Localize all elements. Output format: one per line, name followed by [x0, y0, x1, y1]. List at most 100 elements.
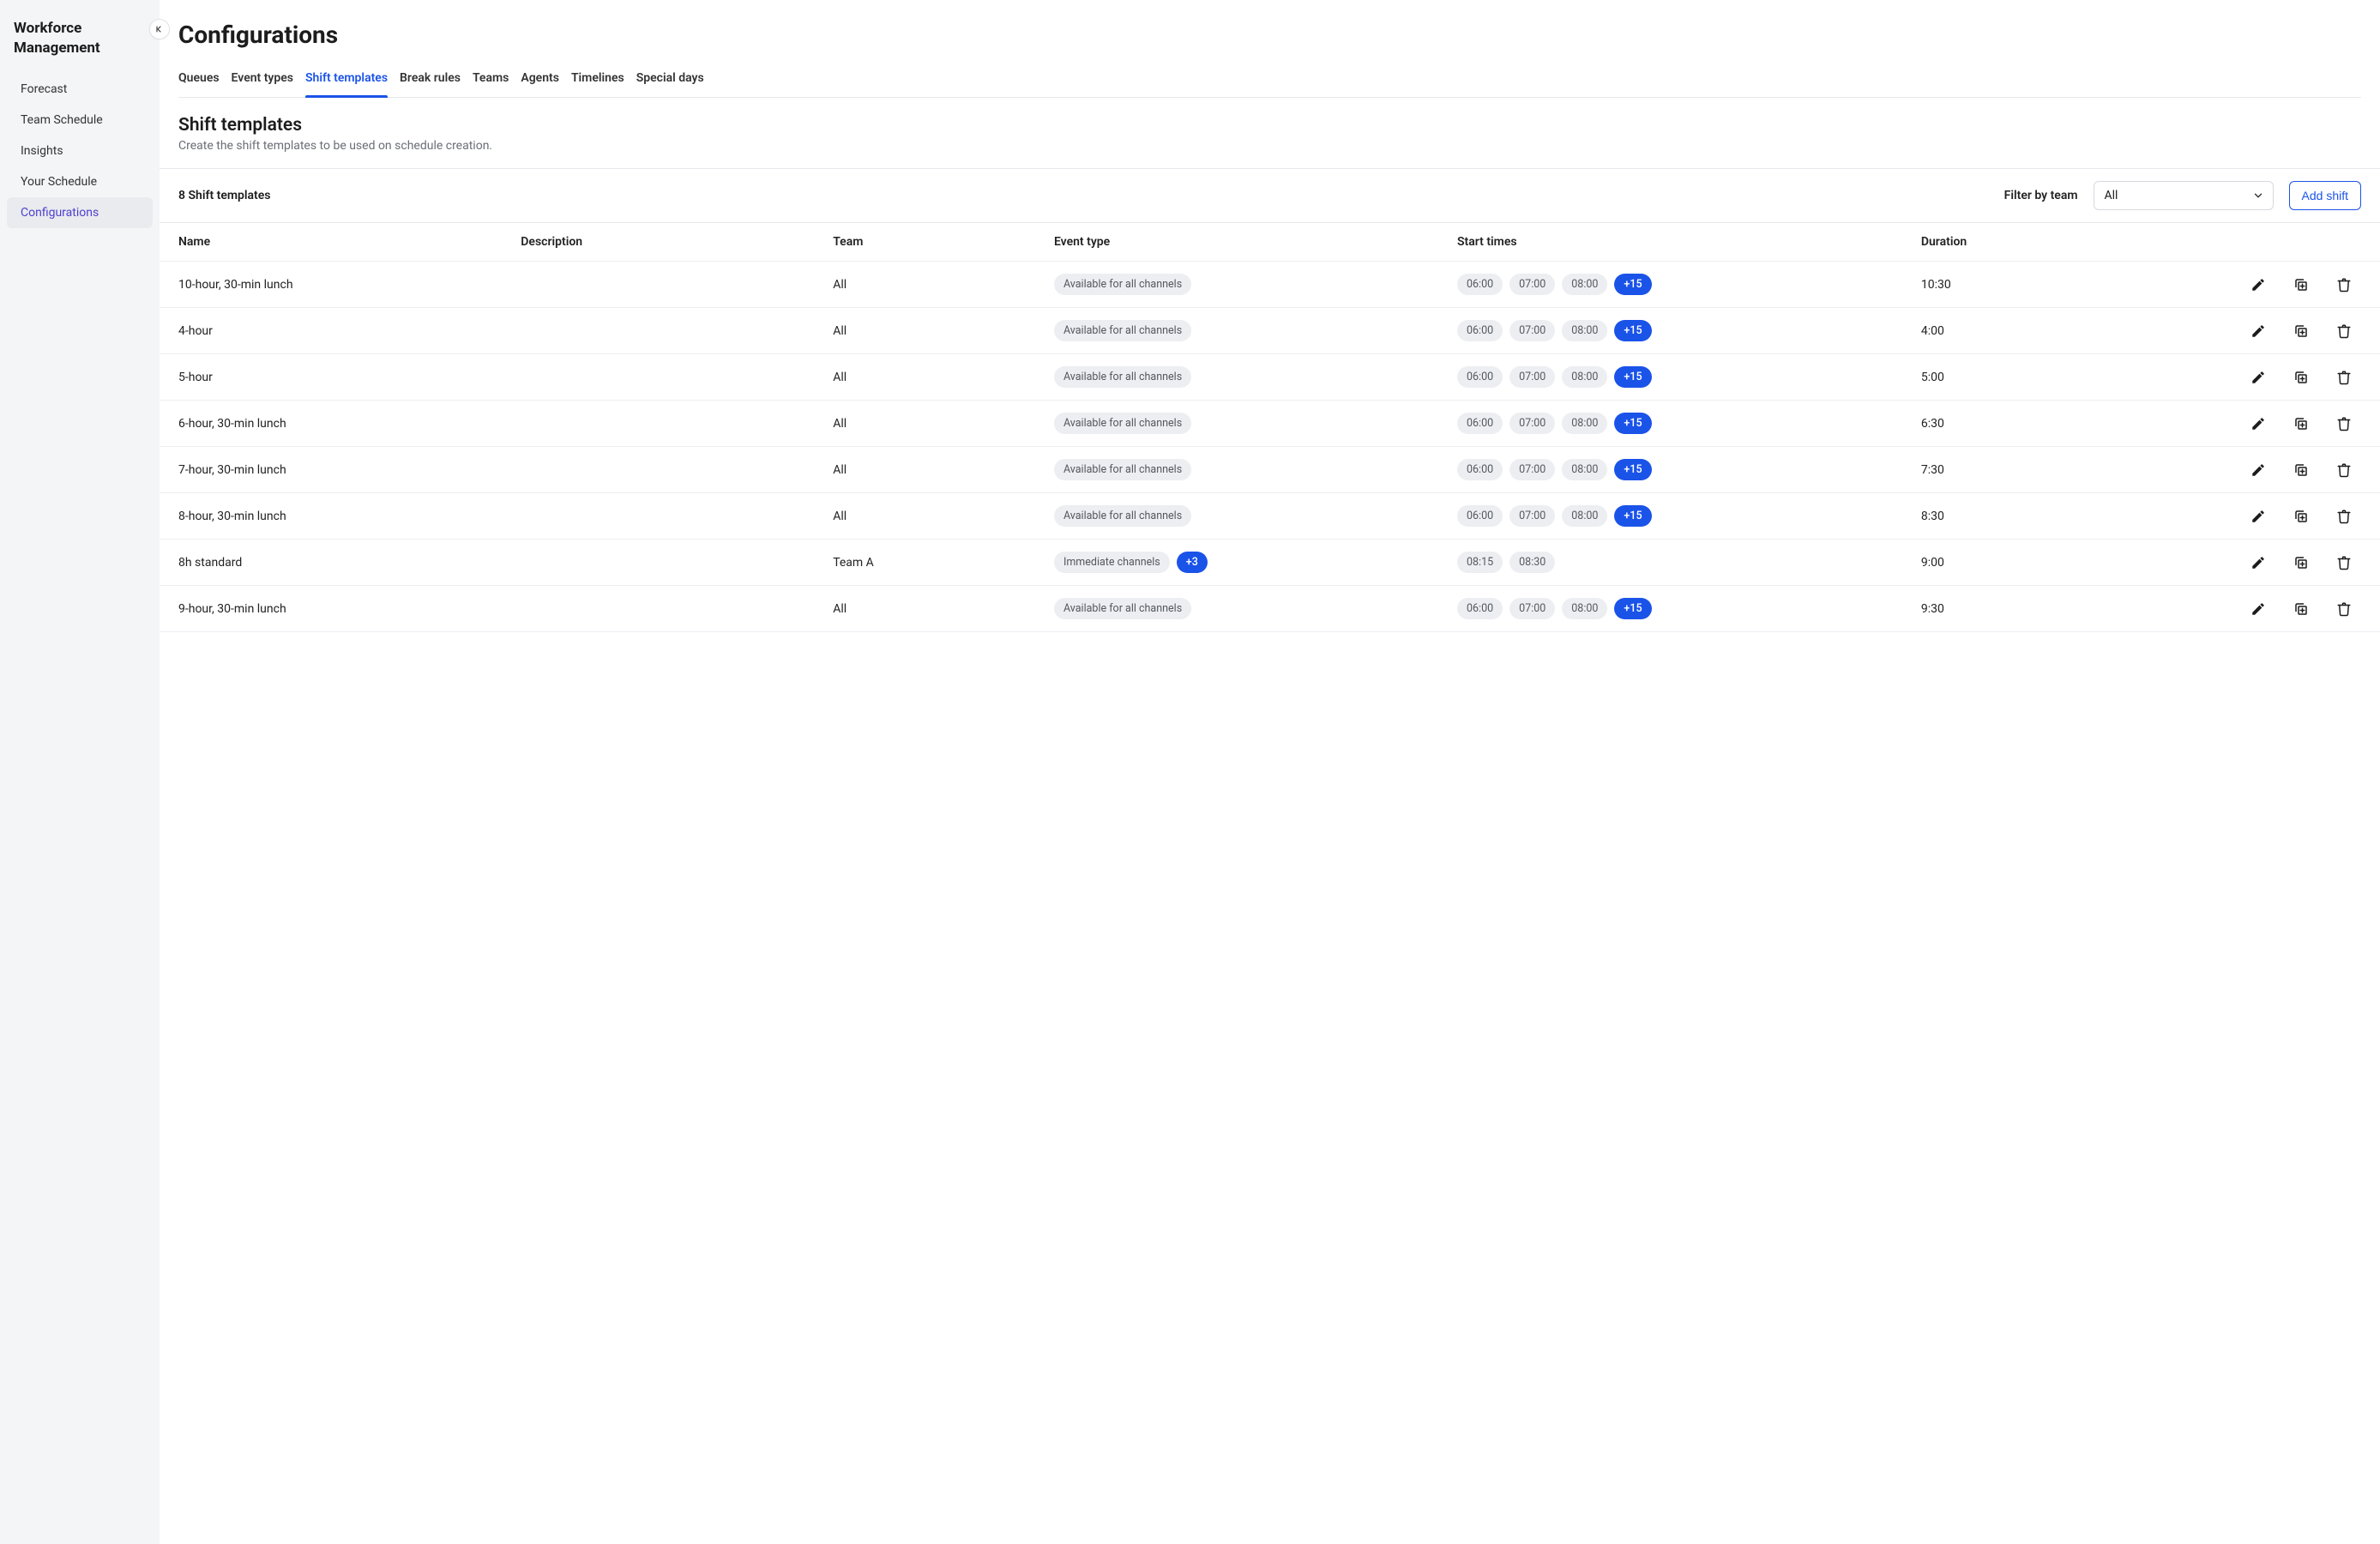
- cell-start-times: 06:0007:0008:00+15: [1457, 320, 1913, 341]
- cell-start-times: 06:0007:0008:00+15: [1457, 366, 1913, 388]
- collapse-sidebar-button[interactable]: [149, 19, 170, 39]
- tab-timelines[interactable]: Timelines: [571, 64, 624, 97]
- page-title: Configurations: [178, 21, 2361, 49]
- tab-event-types[interactable]: Event types: [232, 64, 293, 97]
- delete-button[interactable]: [2335, 461, 2353, 479]
- trash-icon: [2336, 277, 2352, 293]
- delete-button[interactable]: [2335, 554, 2353, 571]
- cell-duration: 9:00: [1921, 556, 2164, 570]
- start-time-chip: 06:00: [1457, 413, 1503, 434]
- event-type-chip: Available for all channels: [1054, 598, 1191, 619]
- duplicate-button[interactable]: [2293, 323, 2310, 340]
- edit-button[interactable]: [2250, 461, 2267, 479]
- cell-duration: 10:30: [1921, 278, 2164, 292]
- cell-duration: 7:30: [1921, 463, 2164, 477]
- main: Configurations Queues Event types Shift te…: [160, 0, 2380, 1544]
- cell-actions: [2172, 554, 2361, 571]
- tab-special-days[interactable]: Special days: [636, 64, 704, 97]
- event-type-chip: Immediate channels: [1054, 552, 1170, 573]
- add-shift-button[interactable]: Add shift: [2289, 181, 2361, 210]
- cell-team: All: [833, 278, 1045, 292]
- copy-plus-icon: [2293, 323, 2309, 339]
- duplicate-button[interactable]: [2293, 461, 2310, 479]
- cell-name: 7-hour, 30-min lunch: [178, 463, 512, 477]
- section-title: Shift templates: [178, 115, 2361, 136]
- sidebar-item-insights[interactable]: Insights: [7, 136, 153, 166]
- start-time-extra-chip[interactable]: +15: [1614, 366, 1651, 388]
- cell-event-type: Available for all channels: [1054, 598, 1449, 619]
- edit-button[interactable]: [2250, 415, 2267, 432]
- event-type-extra-chip[interactable]: +3: [1177, 552, 1208, 573]
- table-row: 4-hourAllAvailable for all channels06:00…: [160, 308, 2380, 354]
- start-time-extra-chip[interactable]: +15: [1614, 413, 1651, 434]
- tab-shift-templates[interactable]: Shift templates: [305, 64, 388, 97]
- sidebar-item-your-schedule[interactable]: Your Schedule: [7, 166, 153, 197]
- start-time-chip: 06:00: [1457, 459, 1503, 480]
- copy-plus-icon: [2293, 555, 2309, 570]
- duplicate-button[interactable]: [2293, 369, 2310, 386]
- col-duration: Duration: [1921, 235, 2164, 249]
- duplicate-button[interactable]: [2293, 415, 2310, 432]
- duplicate-button[interactable]: [2293, 600, 2310, 618]
- cell-duration: 8:30: [1921, 510, 2164, 523]
- edit-button[interactable]: [2250, 554, 2267, 571]
- duplicate-button[interactable]: [2293, 276, 2310, 293]
- chevron-left-bar-icon: [154, 24, 165, 34]
- delete-button[interactable]: [2335, 323, 2353, 340]
- cell-name: 8-hour, 30-min lunch: [178, 510, 512, 523]
- col-description: Description: [521, 235, 824, 249]
- start-time-chip: 07:00: [1509, 274, 1555, 295]
- cell-start-times: 06:0007:0008:00+15: [1457, 413, 1913, 434]
- section-description: Create the shift templates to be used on…: [178, 139, 2361, 153]
- cell-duration: 4:00: [1921, 324, 2164, 338]
- edit-button[interactable]: [2250, 276, 2267, 293]
- start-time-chip: 06:00: [1457, 366, 1503, 388]
- edit-button[interactable]: [2250, 508, 2267, 525]
- duplicate-button[interactable]: [2293, 508, 2310, 525]
- app-title: Workforce Management: [0, 15, 160, 74]
- duplicate-button[interactable]: [2293, 554, 2310, 571]
- table-row: 9-hour, 30-min lunchAllAvailable for all…: [160, 586, 2380, 632]
- cell-actions: [2172, 461, 2361, 479]
- delete-button[interactable]: [2335, 415, 2353, 432]
- start-time-extra-chip[interactable]: +15: [1614, 459, 1651, 480]
- sidebar-item-configurations[interactable]: Configurations: [7, 197, 153, 228]
- tab-queues[interactable]: Queues: [178, 64, 220, 97]
- start-time-chip: 06:00: [1457, 505, 1503, 527]
- start-time-chip: 07:00: [1509, 320, 1555, 341]
- cell-event-type: Immediate channels +3: [1054, 552, 1449, 573]
- start-time-extra-chip[interactable]: +15: [1614, 598, 1651, 619]
- col-event-type: Event type: [1054, 235, 1449, 249]
- pencil-icon: [2250, 555, 2266, 570]
- table-row: 5-hourAllAvailable for all channels06:00…: [160, 354, 2380, 401]
- trash-icon: [2336, 416, 2352, 431]
- start-time-extra-chip[interactable]: +15: [1614, 274, 1651, 295]
- pencil-icon: [2250, 370, 2266, 385]
- pencil-icon: [2250, 277, 2266, 293]
- edit-button[interactable]: [2250, 323, 2267, 340]
- cell-event-type: Available for all channels: [1054, 413, 1449, 434]
- delete-button[interactable]: [2335, 276, 2353, 293]
- start-time-extra-chip[interactable]: +15: [1614, 505, 1651, 527]
- pencil-icon: [2250, 416, 2266, 431]
- delete-button[interactable]: [2335, 369, 2353, 386]
- cell-team: All: [833, 324, 1045, 338]
- tab-agents[interactable]: Agents: [521, 64, 559, 97]
- tab-break-rules[interactable]: Break rules: [400, 64, 461, 97]
- cell-name: 10-hour, 30-min lunch: [178, 278, 512, 292]
- sidebar-item-team-schedule[interactable]: Team Schedule: [7, 105, 153, 136]
- cell-actions: [2172, 276, 2361, 293]
- sidebar-item-forecast[interactable]: Forecast: [7, 74, 153, 105]
- delete-button[interactable]: [2335, 600, 2353, 618]
- tab-teams[interactable]: Teams: [473, 64, 509, 97]
- trash-icon: [2336, 370, 2352, 385]
- edit-button[interactable]: [2250, 369, 2267, 386]
- cell-event-type: Available for all channels: [1054, 505, 1449, 527]
- pencil-icon: [2250, 601, 2266, 617]
- edit-button[interactable]: [2250, 600, 2267, 618]
- delete-button[interactable]: [2335, 508, 2353, 525]
- event-type-chip: Available for all channels: [1054, 505, 1191, 527]
- filter-team-select[interactable]: All: [2094, 181, 2274, 210]
- cell-actions: [2172, 323, 2361, 340]
- start-time-extra-chip[interactable]: +15: [1614, 320, 1651, 341]
